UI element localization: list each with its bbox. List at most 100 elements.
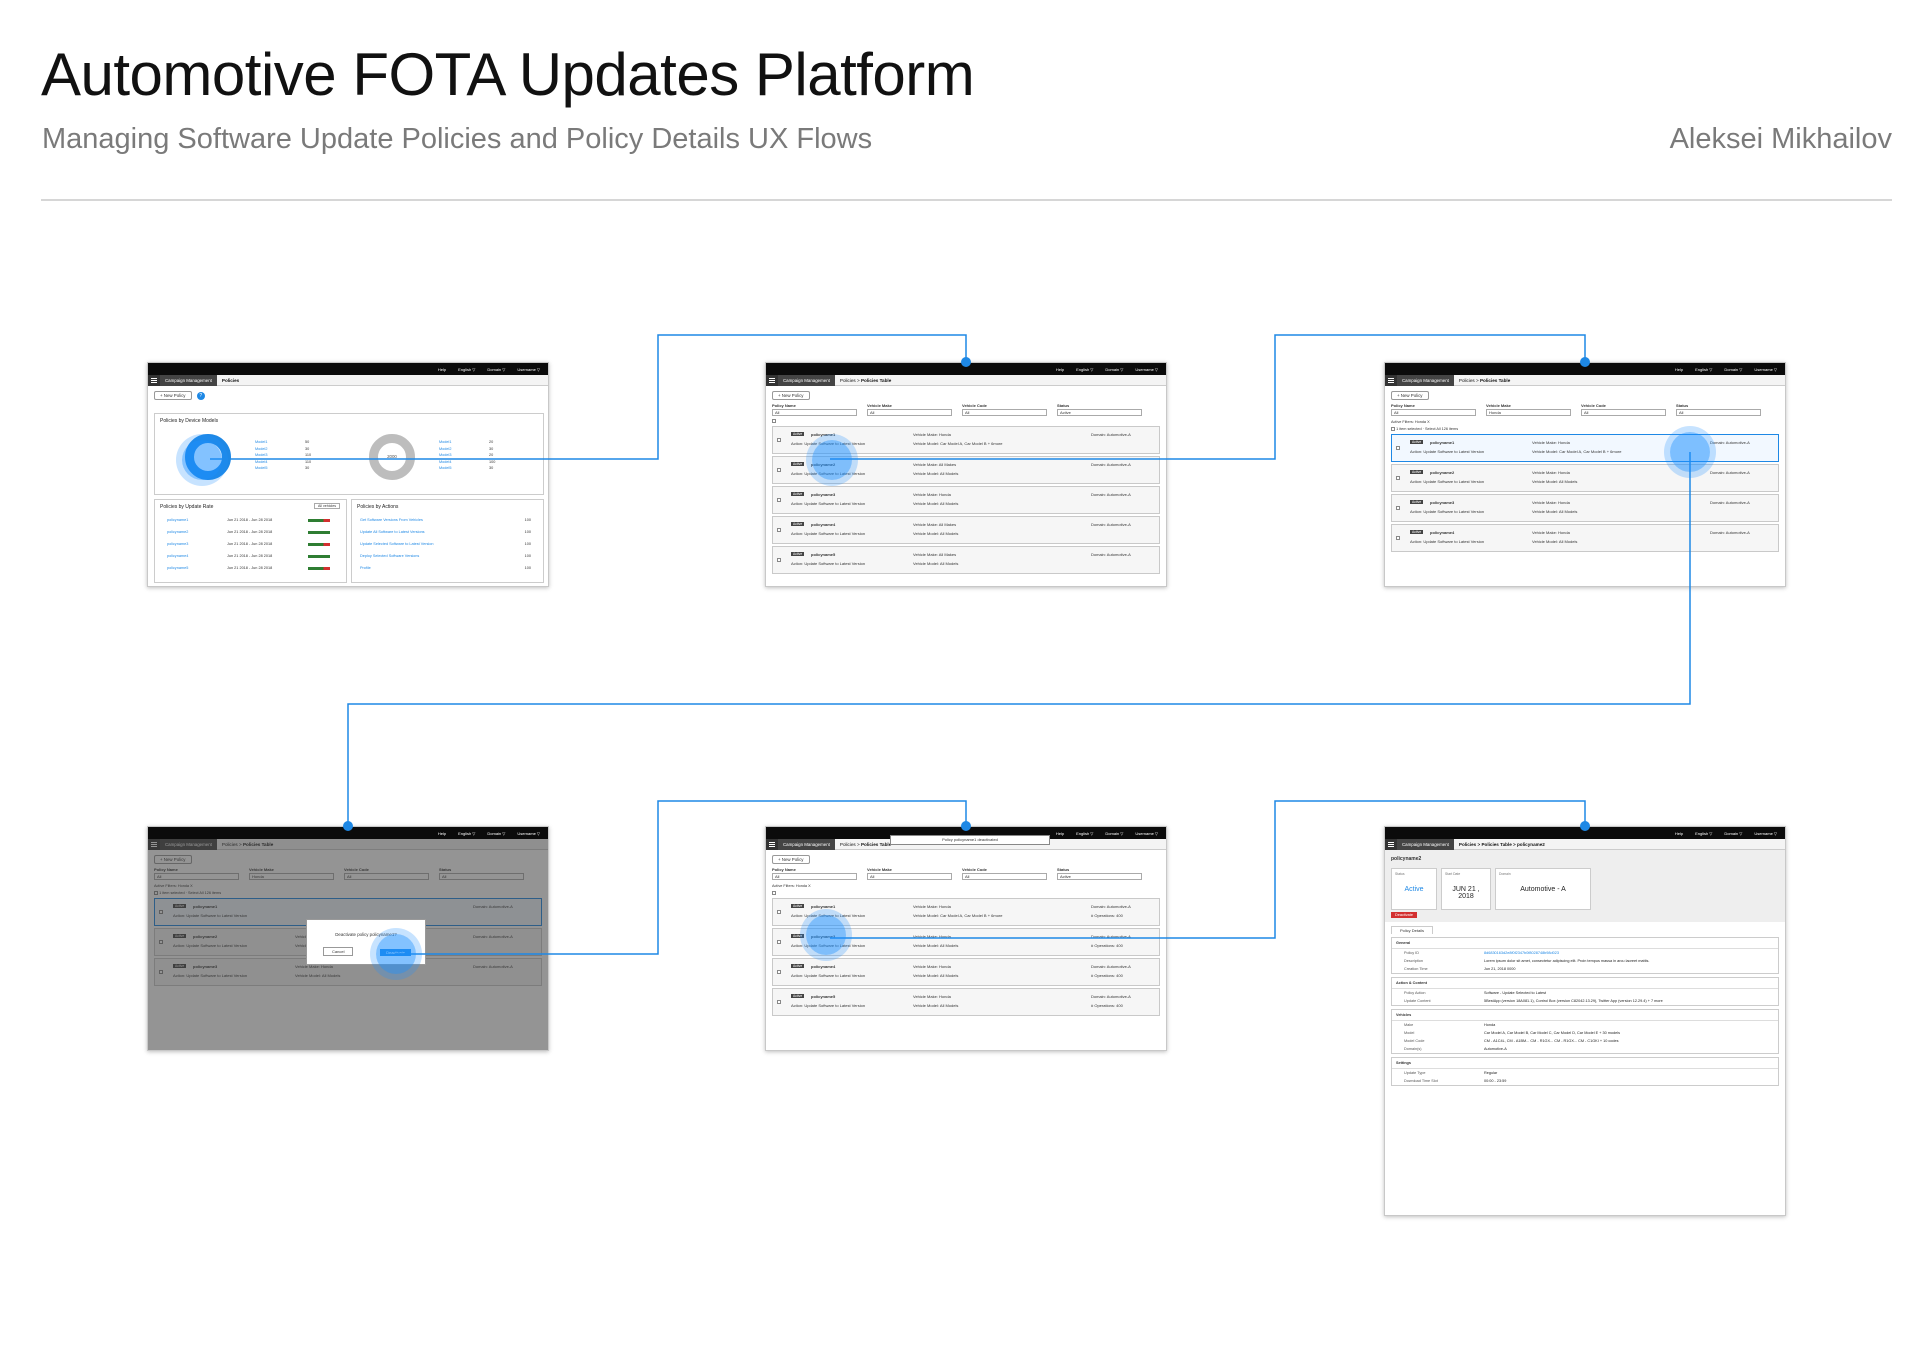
nav-domain[interactable]: Domain ▽ [1105, 367, 1123, 372]
hamburger-icon[interactable] [766, 838, 778, 850]
table-row[interactable]: Activepolicyname2Action: Update Software… [1391, 464, 1779, 492]
filter-vehicle-make[interactable]: Vehicle Make All [867, 403, 952, 416]
nav-help[interactable]: Help [1675, 831, 1683, 836]
nav-help[interactable]: Help [1056, 831, 1064, 836]
section-header[interactable]: Action & Content [1392, 978, 1778, 989]
screen-policies-filtered: Help English ▽ Domain ▽ Username ▽ Campa… [1384, 362, 1786, 587]
table-row[interactable]: Activepolicyname1Action: Update Software… [1391, 434, 1779, 462]
nav-user[interactable]: Username ▽ [1135, 367, 1158, 372]
new-policy-button[interactable]: + New Policy [154, 391, 192, 400]
deactivate-button[interactable]: Deactivate [1391, 912, 1417, 918]
nav-language[interactable]: English ▽ [1695, 367, 1712, 372]
selection-summary[interactable]: 1 item selected · Select All 126 items [1385, 424, 1785, 434]
nav-help[interactable]: Help [438, 831, 446, 836]
list-item[interactable]: policyname4 Jun 21 2018 - Jun 28 2018 [167, 554, 334, 566]
help-icon[interactable]: ? [196, 391, 205, 400]
select-all[interactable] [766, 416, 1166, 426]
app-name[interactable]: Campaign Management [1397, 374, 1454, 386]
nav-language[interactable]: English ▽ [1695, 831, 1712, 836]
list-item[interactable]: policyname5 Jun 21 2018 - Jun 28 2018 [167, 566, 334, 578]
hamburger-icon[interactable] [766, 374, 778, 386]
filter-vehicle-code[interactable]: Vehicle Code All [962, 403, 1047, 416]
app-name[interactable]: Campaign Management [160, 838, 217, 850]
active-filters[interactable]: Active Filters: Honda X [766, 880, 1166, 888]
hotspot-row-2 [806, 915, 846, 955]
donut-chart-models-2[interactable]: 2000 [369, 434, 415, 480]
nav-user[interactable]: Username ▽ [1754, 831, 1777, 836]
nav-user[interactable]: Username ▽ [517, 367, 540, 372]
section-header[interactable]: General [1392, 938, 1778, 949]
hamburger-icon[interactable] [148, 838, 160, 850]
panel-by-update-rate: Policies by Update Rate All vehicles pol… [154, 499, 347, 583]
filter-status[interactable]: Status All [1676, 403, 1761, 416]
top-nav: Help English ▽ Domain ▽ Username ▽ [1385, 363, 1785, 375]
hotspot-confirm [376, 934, 416, 974]
status-card: Status Active [1391, 868, 1437, 910]
nav-user[interactable]: Username ▽ [1135, 831, 1158, 836]
table-row[interactable]: Active policyname4 Action: Update Software… [1391, 524, 1779, 552]
breadcrumb: Policies > Policies Table [839, 377, 892, 383]
nav-user[interactable]: Username ▽ [1754, 367, 1777, 372]
table-row[interactable]: Activepolicyname3Action: Update Software… [772, 486, 1160, 514]
section-header[interactable]: Vehicles [1392, 1010, 1778, 1021]
nav-domain[interactable]: Domain ▽ [1105, 831, 1123, 836]
table-row[interactable]: Activepolicyname3Action: Update Software… [1391, 494, 1779, 522]
nav-domain[interactable]: Domain ▽ [1724, 831, 1742, 836]
nav-help[interactable]: Help [438, 367, 446, 372]
select-all[interactable] [766, 888, 1166, 898]
app-name[interactable]: Campaign Management [778, 838, 835, 850]
app-name[interactable]: Campaign Management [160, 374, 217, 386]
filter-vehicle-code[interactable]: Vehicle Code All [1581, 403, 1666, 416]
section-header[interactable]: Settings [1392, 1058, 1778, 1069]
breadcrumb-bar: Campaign Management Policies > Policies … [1385, 374, 1785, 386]
list-item[interactable]: Deploy Selected Software Versions 100 [360, 554, 531, 566]
selection-summary[interactable]: 1 item selected · Select All 126 items [148, 888, 548, 898]
nav-domain[interactable]: Domain ▽ [1724, 367, 1742, 372]
nav-help[interactable]: Help [1675, 367, 1683, 372]
active-filters[interactable]: Active Filters: Honda X [148, 880, 548, 888]
screen-deactivate-modal: Help English ▽ Domain ▽ Username ▽ Campa… [147, 826, 549, 1051]
app-name[interactable]: Campaign Management [778, 374, 835, 386]
filter-vehicle-make[interactable]: Vehicle Make Honda [1486, 403, 1571, 416]
legend-models-1: Model1 50 Model2 30 Model3 110 Model4 110 Mo… [255, 440, 312, 471]
rate-filter-select[interactable]: All vehicles [314, 503, 340, 509]
new-policy-button[interactable]: + New Policy [772, 855, 810, 864]
nav-help[interactable]: Help [1056, 367, 1064, 372]
table-row[interactable]: Active policyname5 Action: Update Software… [772, 988, 1160, 1016]
nav-language[interactable]: English ▽ [1076, 367, 1093, 372]
tab-policy-details[interactable]: Policy Details [1391, 926, 1434, 934]
cancel-button[interactable]: Cancel [323, 947, 354, 956]
list-item[interactable]: policyname1 Jun 21 2018 - Jun 28 2018 [167, 518, 334, 530]
hamburger-icon[interactable] [1385, 374, 1397, 386]
nav-domain[interactable]: Domain ▽ [487, 367, 505, 372]
list-item[interactable]: policyname3 Jun 21 2018 - Jun 28 2018 [167, 542, 334, 554]
new-policy-button[interactable]: + New Policy [1391, 391, 1429, 400]
app-name[interactable]: Campaign Management [1397, 838, 1454, 850]
nav-user[interactable]: Username ▽ [517, 831, 540, 836]
list-item[interactable]: Update Selected Software to Latest Versi… [360, 542, 531, 554]
top-nav: Help English ▽ Domain ▽ Username ▽ [1385, 827, 1785, 839]
filter-status[interactable]: Status Active [1057, 403, 1142, 416]
nav-domain[interactable]: Domain ▽ [487, 831, 505, 836]
nav-language[interactable]: English ▽ [1076, 831, 1093, 836]
list-item[interactable]: Get Software Versions From Vehicles 100 [360, 518, 531, 530]
new-policy-button[interactable]: + New Policy [154, 855, 192, 864]
hamburger-icon[interactable] [1385, 838, 1397, 850]
table-row[interactable]: Active policyname4 Action: Update Software… [772, 958, 1160, 986]
new-policy-button[interactable]: + New Policy [772, 391, 810, 400]
hamburger-icon[interactable] [148, 374, 160, 386]
nav-language[interactable]: English ▽ [458, 831, 475, 836]
table-row[interactable]: Active policyname5 Action: Update Software… [772, 546, 1160, 574]
table-row[interactable]: Active policyname4 Action: Update Software… [772, 516, 1160, 544]
list-item[interactable]: Update All Software to Latest Versions 10… [360, 530, 531, 542]
list-item[interactable]: policyname2 Jun 21 2018 - Jun 28 2018 [167, 530, 334, 542]
filter-policy-name[interactable]: Policy Name All [1391, 403, 1476, 416]
active-filters[interactable]: Active Filters: Honda X [1385, 416, 1785, 424]
title-divider [41, 199, 1892, 201]
top-nav: Help English ▽ Domain ▽ Username ▽ [148, 827, 548, 839]
policy-title: policyname2 [1391, 856, 1422, 862]
nav-language[interactable]: English ▽ [458, 367, 475, 372]
list-item[interactable]: Profile 100 [360, 566, 531, 578]
screen-policy-details: Help English ▽ Domain ▽ Username ▽ Campa… [1384, 826, 1786, 1216]
filter-policy-name[interactable]: Policy Name All [772, 403, 857, 416]
